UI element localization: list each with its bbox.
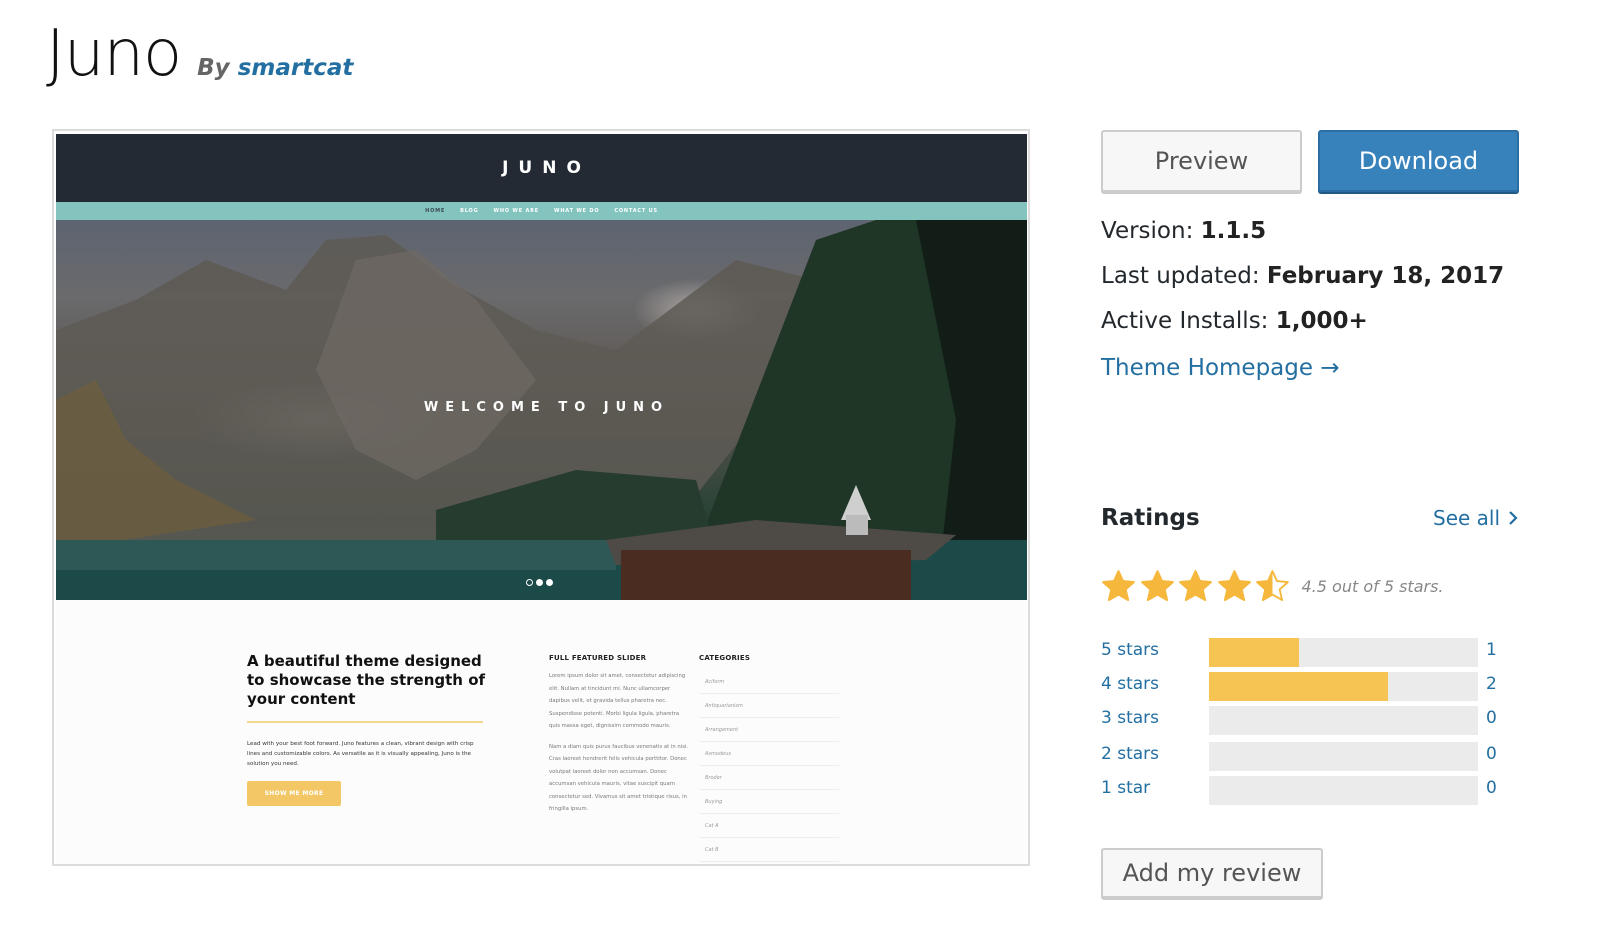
screenshot-category: Cat A <box>699 814 839 838</box>
theme-name: Juno <box>46 17 182 91</box>
star-filled-icon <box>1217 570 1251 602</box>
screenshot-intro: A beautiful theme designed to showcase t… <box>247 652 487 806</box>
rating-bar <box>1209 672 1478 701</box>
theme-screenshot: JUNO HOME BLOG WHO WE ARE WHAT WE DO CON… <box>52 129 1030 866</box>
theme-author: By smartcat <box>197 55 353 81</box>
screenshot-content: JUNO HOME BLOG WHO WE ARE WHAT WE DO CON… <box>56 134 1027 864</box>
screenshot-category: Antiquarianism <box>699 694 839 718</box>
last-updated-value: February 18, 2017 <box>1266 263 1505 289</box>
screenshot-nav-item: WHAT WE DO <box>554 208 600 214</box>
last-updated-label: Last updated: <box>1101 263 1260 289</box>
rating-count[interactable]: 0 <box>1486 708 1497 728</box>
star-filled-icon <box>1102 570 1135 602</box>
screenshot-categories-column: CATEGORIES Aciform Antiquarianism Arrang… <box>699 654 839 862</box>
screenshot-category: Cat B <box>699 838 839 862</box>
screenshot-lorem: Nam a diam quis purus faucibus venenatis… <box>549 743 689 813</box>
screenshot-site-header: JUNO <box>56 134 1027 202</box>
rating-count[interactable]: 0 <box>1486 744 1497 764</box>
rating-bar <box>1209 638 1478 667</box>
rating-label[interactable]: 4 stars <box>1101 674 1159 694</box>
screenshot-slider-column: FULL FEATURED SLIDER Lorem ipsum dolor s… <box>549 654 689 816</box>
version-value: 1.1.5 <box>1200 218 1267 244</box>
rating-row-3[interactable]: 3 stars 0 <box>1101 706 1501 736</box>
theme-header: Juno By smartcat <box>46 22 353 86</box>
rating-bar-fill <box>1209 638 1299 667</box>
screenshot-category: Buying <box>699 790 839 814</box>
screenshot-category: Broder <box>699 766 839 790</box>
screenshot-col-title: CATEGORIES <box>699 654 751 662</box>
add-review-button[interactable]: Add my review <box>1101 848 1323 898</box>
slider-dot <box>546 579 553 586</box>
screenshot-category: Asmodeus <box>699 742 839 766</box>
screenshot-category: Aciform <box>699 670 839 694</box>
rating-summary: 4.5 out of 5 stars. <box>1301 577 1444 596</box>
version-label: Version: <box>1101 218 1194 244</box>
active-installs-value: 1,000+ <box>1275 308 1368 334</box>
preview-button[interactable]: Preview <box>1101 130 1302 192</box>
author-link[interactable]: smartcat <box>238 55 354 81</box>
screenshot-category: Arrangement <box>699 718 839 742</box>
rating-count[interactable]: 0 <box>1486 778 1497 798</box>
screenshot-hero-image: WELCOME TO JUNO <box>56 220 1027 600</box>
screenshot-cta: SHOW ME MORE <box>247 781 341 806</box>
version-info: Version: 1.1.5 <box>1101 218 1266 244</box>
screenshot-nav-item: HOME <box>425 208 446 214</box>
ratings-title: Ratings <box>1101 505 1200 531</box>
star-rating: 4.5 out of 5 stars. <box>1101 569 1444 604</box>
by-label: By <box>197 55 230 81</box>
active-installs-info: Active Installs: 1,000+ <box>1101 308 1368 334</box>
rating-label[interactable]: 2 stars <box>1101 744 1159 764</box>
screenshot-lorem: Lorem ipsum dolor sit amet, consectetur … <box>549 673 686 729</box>
rating-label[interactable]: 3 stars <box>1101 708 1159 728</box>
rating-count[interactable]: 1 <box>1486 640 1497 660</box>
active-installs-label: Active Installs: <box>1101 308 1269 334</box>
rating-count[interactable]: 2 <box>1486 674 1497 694</box>
see-all-link[interactable]: See all <box>1433 506 1518 530</box>
rating-bar <box>1209 742 1478 771</box>
screenshot-logo: JUNO <box>502 158 591 178</box>
screenshot-divider <box>247 721 483 723</box>
see-all-label: See all <box>1433 506 1501 530</box>
screenshot-heading: A beautiful theme designed to showcase t… <box>247 652 486 708</box>
screenshot-nav-item: WHO WE ARE <box>493 208 539 214</box>
screenshot-paragraph: Lead with your best foot forward. Juno f… <box>247 741 474 767</box>
screenshot-slider-dots <box>526 579 553 586</box>
rating-bar <box>1209 706 1478 735</box>
star-half-icon <box>1256 570 1289 602</box>
rating-label[interactable]: 5 stars <box>1101 640 1159 660</box>
star-icons <box>1101 569 1294 604</box>
chevron-right-icon <box>1509 511 1518 525</box>
rating-bar-fill <box>1209 672 1389 701</box>
screenshot-nav-item: CONTACT US <box>614 208 658 214</box>
rating-row-1[interactable]: 1 star 0 <box>1101 776 1501 806</box>
slider-dot <box>526 579 533 586</box>
screenshot-nav: HOME BLOG WHO WE ARE WHAT WE DO CONTACT … <box>56 202 1027 220</box>
screenshot-body: A beautiful theme designed to showcase t… <box>56 600 1027 864</box>
screenshot-nav-item: BLOG <box>460 208 479 214</box>
rating-row-4[interactable]: 4 stars 2 <box>1101 672 1501 702</box>
download-button[interactable]: Download <box>1318 130 1519 192</box>
star-filled-icon <box>1140 570 1174 602</box>
theme-homepage-link[interactable]: Theme Homepage → <box>1101 355 1340 381</box>
star-filled-icon <box>1179 570 1212 602</box>
rating-row-5[interactable]: 5 stars 1 <box>1101 638 1501 668</box>
screenshot-hero-title: WELCOME TO JUNO <box>423 400 670 415</box>
rating-row-2[interactable]: 2 stars 0 <box>1101 742 1501 772</box>
last-updated-info: Last updated: February 18, 2017 <box>1101 263 1504 289</box>
rating-bar <box>1209 776 1478 805</box>
screenshot-category-list: Aciform Antiquarianism Arrangement Asmod… <box>699 670 839 862</box>
screenshot-col-title: FULL FEATURED SLIDER <box>549 654 647 662</box>
slider-dot <box>536 579 543 586</box>
rating-label[interactable]: 1 star <box>1101 778 1150 798</box>
